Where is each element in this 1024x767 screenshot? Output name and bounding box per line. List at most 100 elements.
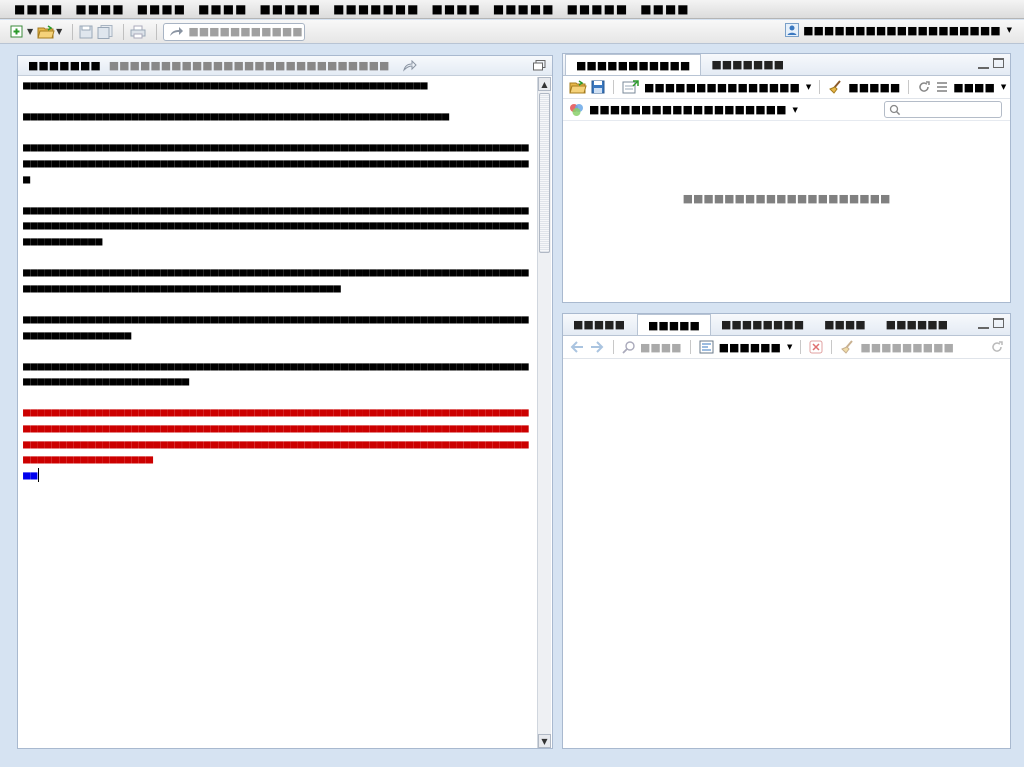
toolbar-divider bbox=[72, 23, 74, 40]
chevron-down-icon[interactable]: ▼ bbox=[1001, 83, 1006, 91]
forward-arrow-icon[interactable] bbox=[589, 340, 605, 354]
zoom-icon[interactable] bbox=[622, 340, 636, 354]
open-button[interactable]: ▼ bbox=[37, 23, 62, 41]
toolbar-divider bbox=[800, 340, 802, 354]
share-arrow-icon bbox=[168, 26, 184, 38]
chevron-down-icon[interactable]: ▼ bbox=[56, 27, 62, 36]
share-icon[interactable] bbox=[403, 59, 418, 72]
chevron-down-icon[interactable]: ▼ bbox=[792, 106, 797, 114]
zoom-label[interactable]: ■■■■ bbox=[640, 341, 682, 354]
filter-search-input[interactable] bbox=[884, 101, 1002, 118]
filter-dropdown-label[interactable]: ■■■■■■■■■■■■■■■■■■■ bbox=[589, 103, 786, 116]
toolbar-divider bbox=[156, 23, 158, 40]
list-view-icon[interactable] bbox=[935, 81, 949, 93]
empty-state-message: ■■■■■■■■■■■■■■■■■■■■ bbox=[682, 192, 891, 205]
clear-label[interactable]: ■■■■■■■■■ bbox=[860, 341, 954, 354]
restore-window-icon[interactable] bbox=[533, 60, 546, 71]
menu-item-2[interactable]: ■■■■ bbox=[131, 2, 192, 16]
editor-paragraph: ■■■■■■■■■■■■■■■■■■■■■■■■■■■■■■■■■■■■■■■■… bbox=[23, 265, 529, 295]
editor-paragraph: ■■■■■■■■■■■■■■■■■■■■■■■■■■■■■■■■■■■■■■■■… bbox=[23, 311, 529, 342]
scrollbar-thumb[interactable] bbox=[539, 93, 550, 253]
chevron-down-icon[interactable]: ▼ bbox=[27, 27, 33, 36]
minimize-icon[interactable] bbox=[978, 58, 989, 69]
editor-paragraph: ■■■■■■■■■■■■■■■■■■■■■■■■■■■■■■■■■■■■■■■■… bbox=[23, 140, 529, 186]
toolbar-divider bbox=[908, 80, 910, 94]
new-button[interactable]: ▼ bbox=[10, 23, 33, 41]
tab-bottom-right-1[interactable]: ■■■■■ bbox=[636, 314, 711, 335]
view-label[interactable]: ■■■■ bbox=[953, 81, 995, 94]
scroll-up-icon[interactable]: ▲ bbox=[538, 77, 551, 91]
broom-icon[interactable] bbox=[828, 80, 844, 94]
menu-item-7[interactable]: ■■■■■ bbox=[487, 2, 561, 16]
menu-item-3[interactable]: ■■■■ bbox=[192, 2, 253, 16]
broom-icon[interactable] bbox=[840, 340, 856, 354]
scroll-down-icon[interactable]: ▼ bbox=[538, 734, 551, 748]
tab-top-right-0[interactable]: ■■■■■■■■■■■ bbox=[565, 54, 702, 75]
minimize-icon[interactable] bbox=[978, 318, 989, 329]
back-arrow-icon[interactable] bbox=[569, 340, 585, 354]
user-menu[interactable]: ■■■■■■■■■■■■■■■■■■■ ▼ bbox=[785, 23, 1012, 37]
main-toolbar: ▼ ▼ ■■■■■■■■■■■ ■■■■■■■■■■■■■■■■■■■ ▼ bbox=[0, 20, 1024, 44]
print-button[interactable] bbox=[130, 23, 146, 41]
maximize-icon[interactable] bbox=[993, 58, 1004, 68]
vertical-scrollbar[interactable]: ▲ ▼ bbox=[537, 77, 551, 748]
maximize-icon[interactable] bbox=[993, 318, 1004, 328]
editor-paragraph: ■■■■■■■■■■■■■■■■■■■■■■■■■■■■■■■■■■■■■■■■… bbox=[23, 78, 428, 92]
filter-row: ■■■■■■■■■■■■■■■■■■■ ▼ bbox=[563, 99, 1010, 121]
panel-controls bbox=[978, 58, 1004, 69]
add-icon bbox=[10, 25, 26, 39]
editor-paragraph: ■■■■■■■■■■■■■■■■■■■■■■■■■■■■■■■■■■■■■■■■… bbox=[23, 202, 529, 248]
editor-title: ■■■■■■■ bbox=[28, 59, 101, 72]
editor-paragraph: ■■■■■■■■■■■■■■■■■■■■■■■■■■■■■■■■■■■■■■■■… bbox=[23, 109, 450, 124]
export-icon[interactable] bbox=[622, 80, 640, 94]
quick-access-input[interactable]: ■■■■■■■■■■■ bbox=[163, 22, 306, 41]
menu-item-9[interactable]: ■■■■ bbox=[634, 2, 695, 16]
toolbar-divider bbox=[819, 80, 821, 94]
remove-icon[interactable] bbox=[809, 340, 823, 354]
tab-bottom-right-3[interactable]: ■■■■ bbox=[814, 314, 876, 335]
input-line: ■■ bbox=[23, 468, 534, 484]
tab-top-right-1[interactable]: ■■■■■■■ bbox=[701, 54, 794, 75]
search-icon bbox=[889, 104, 901, 116]
editor-header: ■■■■■■■ ■■■■■■■■■■■■■■■■■■■■■■■■■■■ bbox=[18, 56, 552, 76]
tab-bottom-right-0[interactable]: ■■■■■ bbox=[563, 314, 635, 335]
quick-access-placeholder: ■■■■■■■■■■■ bbox=[188, 25, 303, 38]
panel-controls bbox=[978, 318, 1004, 329]
format-icon[interactable] bbox=[699, 340, 715, 354]
text-caret bbox=[38, 468, 40, 483]
chevron-down-icon[interactable]: ▼ bbox=[1007, 26, 1012, 34]
menu-bar: ■■■■ ■■■■ ■■■■ ■■■■ ■■■■■ ■■■■■■■ ■■■■ ■… bbox=[0, 0, 1024, 19]
refresh-icon[interactable] bbox=[990, 340, 1004, 354]
top-right-toolbar: ■■■■■■■■■■■■■■■ ▼ ■■■■■ ■■■■ ▼ bbox=[563, 76, 1010, 99]
folder-import-icon[interactable] bbox=[569, 80, 587, 94]
menu-item-5[interactable]: ■■■■■■■ bbox=[327, 2, 425, 16]
format-dropdown-label[interactable]: ■■■■■■ bbox=[719, 341, 781, 354]
folder-open-icon bbox=[37, 24, 55, 39]
clear-label[interactable]: ■■■■■ bbox=[848, 81, 900, 94]
toolbar-divider bbox=[689, 340, 691, 354]
error-paragraph: ■■■■■■■■■■■■■■■■■■■■■■■■■■■■■■■■■■■■■■■■… bbox=[23, 405, 529, 467]
print-icon bbox=[130, 25, 146, 39]
save-all-icon bbox=[97, 24, 113, 39]
top-right-panel: ■■■■■■■■■■■ ■■■■■■■ ■■■■■■■■■■■■■■■ ▼ ■■… bbox=[562, 53, 1011, 303]
menu-item-8[interactable]: ■■■■■ bbox=[561, 2, 635, 16]
tab-bottom-right-2[interactable]: ■■■■■■■■ bbox=[711, 314, 814, 335]
save-all-button[interactable] bbox=[97, 23, 113, 41]
menu-item-6[interactable]: ■■■■ bbox=[426, 2, 487, 16]
menu-item-0[interactable]: ■■■■ bbox=[8, 2, 69, 16]
bottom-right-tabbar: ■■■■■ ■■■■■ ■■■■■■■■ ■■■■ ■■■■■■ bbox=[563, 314, 1010, 336]
menu-item-1[interactable]: ■■■■ bbox=[69, 2, 130, 16]
bottom-right-toolbar: ■■■■ ■■■■■■ ▼ ■■■■■■■■■ bbox=[563, 336, 1010, 359]
chevron-down-icon[interactable]: ▼ bbox=[806, 83, 811, 91]
toolbar-divider bbox=[613, 340, 614, 354]
tab-bottom-right-4[interactable]: ■■■■■■ bbox=[876, 314, 958, 335]
chevron-down-icon[interactable]: ▼ bbox=[787, 343, 792, 351]
toolbar-divider bbox=[123, 23, 125, 40]
save-button[interactable] bbox=[79, 23, 93, 41]
text-editor[interactable]: ■■■■■■■■■■■■■■■■■■■■■■■■■■■■■■■■■■■■■■■■… bbox=[18, 76, 538, 748]
menu-item-4[interactable]: ■■■■■ bbox=[253, 2, 327, 16]
action-dropdown-label[interactable]: ■■■■■■■■■■■■■■■ bbox=[644, 81, 800, 94]
refresh-icon[interactable] bbox=[917, 80, 931, 94]
save-icon[interactable] bbox=[591, 80, 605, 94]
toolbar-divider bbox=[613, 80, 614, 94]
